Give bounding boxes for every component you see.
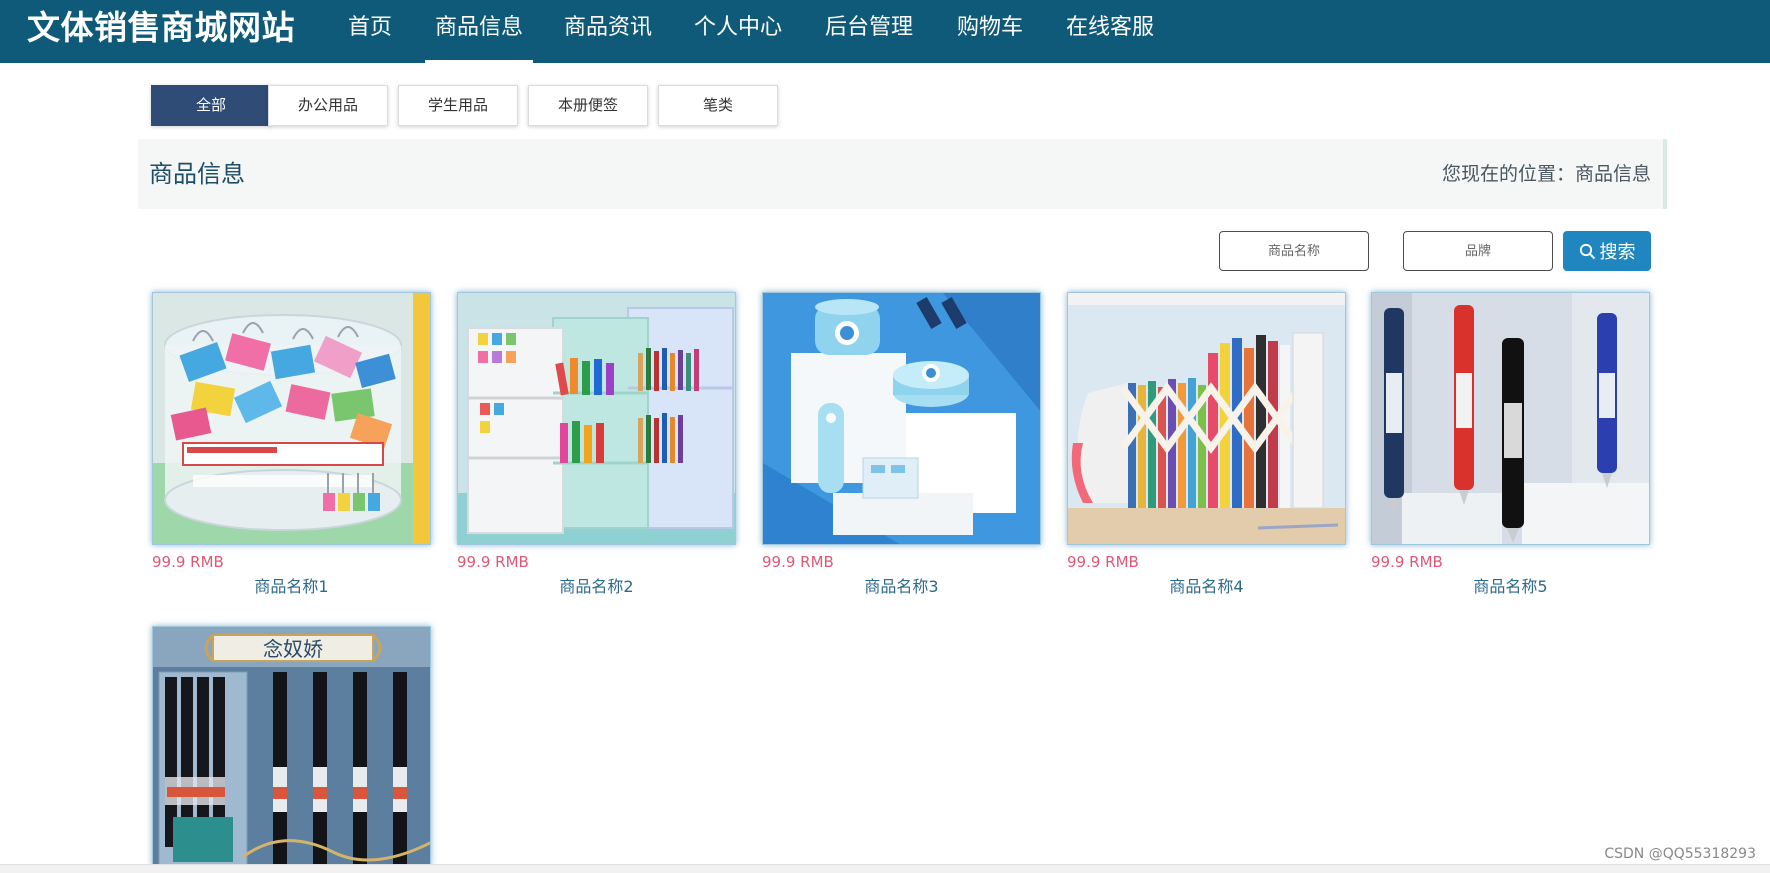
product-image-desk-organizer[interactable] [457,292,736,545]
brand-search-input[interactable] [1403,231,1553,271]
nav-customer-service[interactable]: 在线客服 [1066,12,1154,50]
category-tab-pens[interactable]: 笔类 [658,85,778,126]
nav-home[interactable]: 首页 [348,12,392,50]
product-name[interactable]: 商品名称3 [762,577,1041,597]
product-price: 99.9 RMB [1067,553,1139,571]
product-price: 99.9 RMB [457,553,529,571]
category-tab-student[interactable]: 学生用品 [398,85,518,126]
product-name[interactable]: 商品名称2 [457,577,736,597]
product-name-search-input[interactable] [1219,231,1369,271]
nav-personal-center[interactable]: 个人中心 [694,12,782,50]
search-button-label: 搜索 [1599,242,1636,262]
product-image-desk-gadgets[interactable] [762,292,1041,545]
product-card[interactable]: 99.9 RMB 商品名称1 [152,292,431,597]
product-image-gel-pens[interactable] [1371,292,1650,545]
product-name[interactable]: 商品名称4 [1067,577,1346,597]
product-price: 99.9 RMB [762,553,834,571]
product-image-pen-set[interactable]: 念奴娇 [152,626,431,866]
product-card[interactable]: 99.9 RMB 商品名称3 [762,292,1041,597]
nav-news[interactable]: 商品资讯 [564,12,652,50]
product-image-bookend[interactable] [1067,292,1346,545]
product-name[interactable]: 商品名称5 [1371,577,1650,597]
product-card[interactable]: 99.9 RMB 商品名称4 [1067,292,1346,597]
search-button[interactable]: 搜索 [1563,231,1651,271]
product-card[interactable]: 99.9 RMB 商品名称2 [457,292,736,597]
pen-set-brand-text: 念奴娇 [263,637,323,661]
breadcrumb: 您现在的位置：商品信息 [1441,163,1651,185]
nav-admin[interactable]: 后台管理 [825,12,913,50]
page-title: 商品信息 [149,160,245,188]
product-price: 99.9 RMB [1371,553,1443,571]
product-card[interactable]: 念奴娇 [152,626,431,866]
product-name[interactable]: 商品名称1 [152,577,431,597]
title-bar: 商品信息 您现在的位置：商品信息 [138,139,1667,209]
product-image-binder-clips[interactable] [152,292,431,545]
category-tab-office[interactable]: 办公用品 [268,85,388,126]
product-card[interactable]: 99.9 RMB 商品名称5 [1371,292,1650,597]
nav-products[interactable]: 商品信息 [424,12,534,63]
search-icon [1579,243,1596,260]
top-navbar: 文体销售商城网站 首页 商品信息 商品资讯 个人中心 后台管理 购物车 在线客服 [0,0,1770,63]
product-price: 99.9 RMB [152,553,224,571]
watermark: CSDN @QQ55318293 [1604,846,1756,862]
site-brand[interactable]: 文体销售商城网站 [27,7,295,49]
nav-cart[interactable]: 购物车 [957,12,1023,50]
category-tab-notebooks[interactable]: 本册便签 [528,85,648,126]
bottom-scroll-bar [0,864,1770,873]
category-tab-all[interactable]: 全部 [151,85,271,126]
